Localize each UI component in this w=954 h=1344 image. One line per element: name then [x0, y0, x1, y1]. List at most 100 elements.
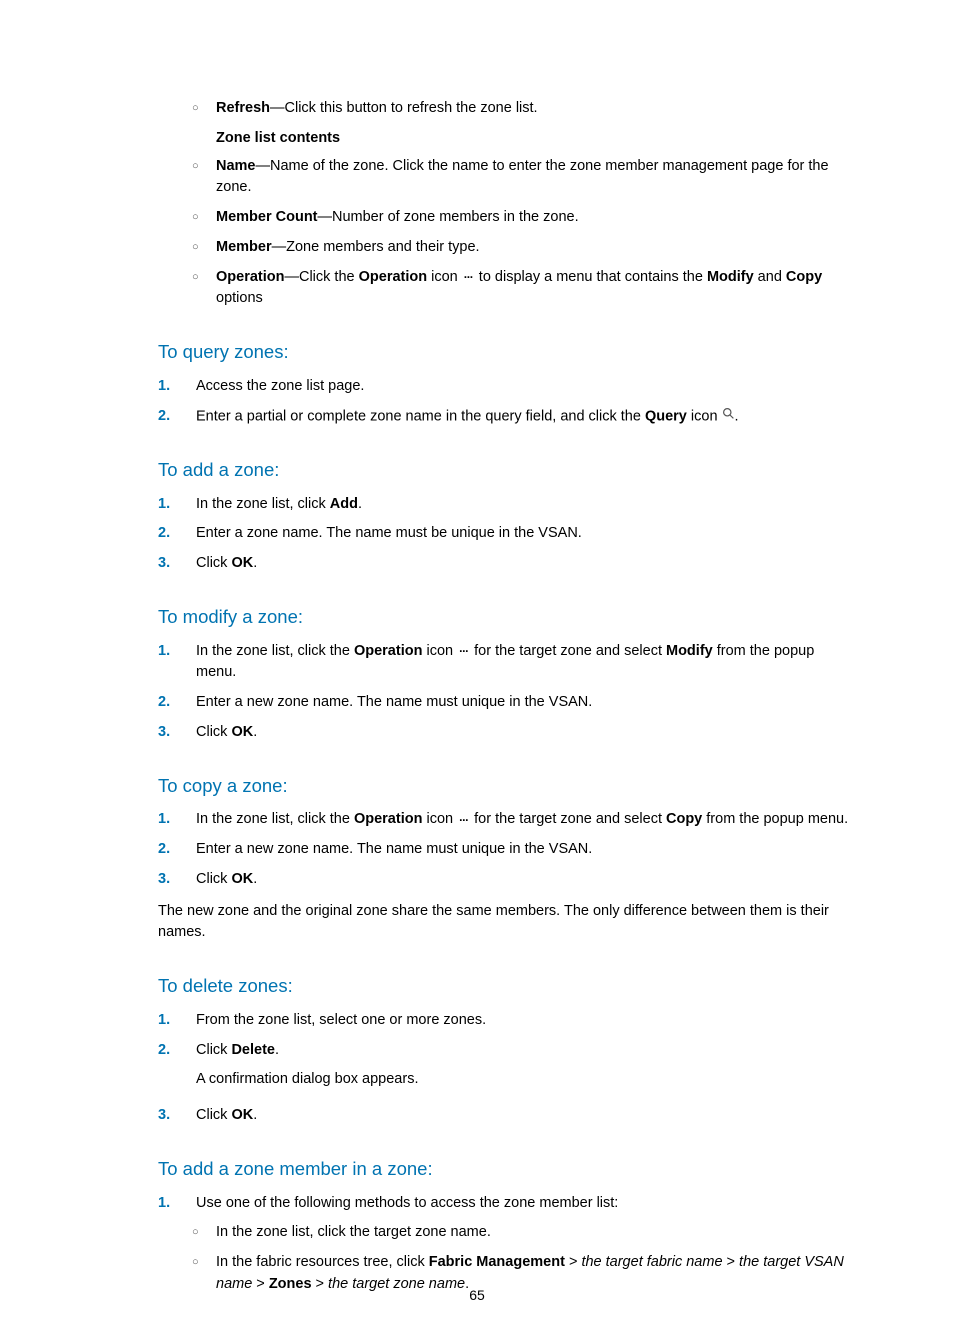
- step-text: In the zone list, click Add.: [196, 494, 856, 516]
- more-icon: ···: [457, 811, 470, 829]
- step-text: From the zone list, select one or more z…: [196, 1010, 856, 1032]
- section-heading-add: To add a zone:: [158, 456, 856, 484]
- section-heading-delete: To delete zones:: [158, 972, 856, 1000]
- label-bold: Copy: [666, 811, 702, 827]
- label-bold: Operation: [354, 811, 422, 827]
- step-text: Click Delete. A confirmation dialog box …: [196, 1040, 856, 1098]
- bullet-icon: ○: [192, 267, 216, 311]
- label-bold: Name: [216, 158, 256, 174]
- text: Click: [196, 1042, 231, 1058]
- step-text: Click OK.: [196, 869, 856, 891]
- bullet-icon: ○: [192, 237, 216, 259]
- list-item-text: Member Count—Number of zone members in t…: [216, 207, 856, 229]
- label-bold: Fabric Management: [429, 1254, 565, 1270]
- list-item: ○ Name—Name of the zone. Click the name …: [158, 156, 856, 200]
- step-item: 1. In the zone list, click the Operation…: [158, 809, 856, 831]
- step-number: 1.: [158, 641, 196, 685]
- step-text: Enter a zone name. The name must be uniq…: [196, 523, 856, 545]
- list-item-text: Operation—Click the Operation icon ··· t…: [216, 267, 856, 311]
- label-bold: OK: [231, 724, 253, 740]
- bullet-icon: ○: [192, 98, 216, 120]
- section-heading-modify: To modify a zone:: [158, 603, 856, 631]
- search-icon: [722, 406, 735, 428]
- step-text: In the zone list, click the Operation ic…: [196, 809, 856, 831]
- list-item-text: Refresh—Click this button to refresh the…: [216, 98, 856, 120]
- text: and: [754, 269, 786, 285]
- text: for the target zone and select: [470, 811, 666, 827]
- label-bold: Operation: [216, 269, 284, 285]
- text: >: [565, 1254, 582, 1270]
- step-item: 2. Enter a zone name. The name must be u…: [158, 523, 856, 545]
- step-number: 2.: [158, 839, 196, 861]
- step-text: Click OK.: [196, 1105, 856, 1127]
- list-item: ○ In the zone list, click the target zon…: [158, 1222, 856, 1244]
- step-number: 2.: [158, 1040, 196, 1098]
- step-item: 2. Click Delete. A confirmation dialog b…: [158, 1040, 856, 1098]
- label-bold: OK: [231, 871, 253, 887]
- step-text: Enter a new zone name. The name must uni…: [196, 692, 856, 714]
- text: icon: [422, 811, 457, 827]
- step-number: 1.: [158, 1193, 196, 1215]
- step-number: 3.: [158, 869, 196, 891]
- step-text: Use one of the following methods to acce…: [196, 1193, 856, 1215]
- text: .: [253, 724, 257, 740]
- steps-query: 1. Access the zone list page. 2. Enter a…: [158, 376, 856, 428]
- label-text: —Number of zone members in the zone.: [318, 209, 579, 225]
- text: icon: [427, 269, 462, 285]
- text: In the zone list, click the: [196, 811, 354, 827]
- step-item: 1. Access the zone list page.: [158, 376, 856, 398]
- step-item: 1. From the zone list, select one or mor…: [158, 1010, 856, 1032]
- step-item: 1. In the zone list, click the Operation…: [158, 641, 856, 685]
- step-subtext: A confirmation dialog box appears.: [196, 1069, 856, 1091]
- step-text: Click OK.: [196, 553, 856, 575]
- list-item: ○ Member Count—Number of zone members in…: [158, 207, 856, 229]
- text: .: [735, 408, 739, 424]
- text: options: [216, 290, 263, 306]
- text: .: [253, 1107, 257, 1123]
- sub-heading: Zone list contents: [216, 128, 856, 150]
- text: Click: [196, 1107, 231, 1123]
- label-bold: OK: [231, 1107, 253, 1123]
- text: Click: [196, 555, 231, 571]
- label-bold: Modify: [666, 643, 713, 659]
- steps-modify: 1. In the zone list, click the Operation…: [158, 641, 856, 744]
- step-text: Enter a new zone name. The name must uni…: [196, 839, 856, 861]
- steps-copy: 1. In the zone list, click the Operation…: [158, 809, 856, 890]
- steps-add-member: 1. Use one of the following methods to a…: [158, 1193, 856, 1296]
- steps-add: 1. In the zone list, click Add. 2. Enter…: [158, 494, 856, 575]
- list-item: ○ Member—Zone members and their type.: [158, 237, 856, 259]
- paragraph: The new zone and the original zone share…: [158, 901, 856, 945]
- text: for the target zone and select: [470, 643, 666, 659]
- step-text: Access the zone list page.: [196, 376, 856, 398]
- step-number: 2.: [158, 692, 196, 714]
- step-text: In the zone list, click the Operation ic…: [196, 641, 856, 685]
- label-text: —Click this button to refresh the zone l…: [270, 100, 538, 116]
- text: icon: [687, 408, 722, 424]
- step-item: 3. Click OK.: [158, 553, 856, 575]
- step-item: 3. Click OK.: [158, 869, 856, 891]
- text: to display a menu that contains the: [475, 269, 707, 285]
- label-bold: Operation: [354, 643, 422, 659]
- step-item: 2. Enter a partial or complete zone name…: [158, 406, 856, 428]
- text: .: [253, 871, 257, 887]
- text: In the zone list, click: [196, 496, 330, 512]
- step-item: 1. In the zone list, click Add.: [158, 494, 856, 516]
- label-bold: Modify: [707, 269, 754, 285]
- zone-list-actions: ○ Refresh—Click this button to refresh t…: [158, 98, 856, 310]
- label-bold: OK: [231, 555, 253, 571]
- text: Click: [196, 724, 231, 740]
- section-heading-copy: To copy a zone:: [158, 772, 856, 800]
- more-icon: ···: [462, 268, 475, 286]
- text: >: [723, 1254, 740, 1270]
- step-number: 1.: [158, 376, 196, 398]
- step-text: Enter a partial or complete zone name in…: [196, 406, 856, 428]
- text: In the zone list, click the: [196, 643, 354, 659]
- list-item-text: Name—Name of the zone. Click the name to…: [216, 156, 856, 200]
- step-number: 3.: [158, 1105, 196, 1127]
- text: In the fabric resources tree, click: [216, 1254, 429, 1270]
- label-italic: the target fabric name: [581, 1254, 722, 1270]
- label-bold: Delete: [231, 1042, 275, 1058]
- list-item: ○ Operation—Click the Operation icon ···…: [158, 267, 856, 311]
- bullet-icon: ○: [192, 156, 216, 200]
- step-number: 3.: [158, 722, 196, 744]
